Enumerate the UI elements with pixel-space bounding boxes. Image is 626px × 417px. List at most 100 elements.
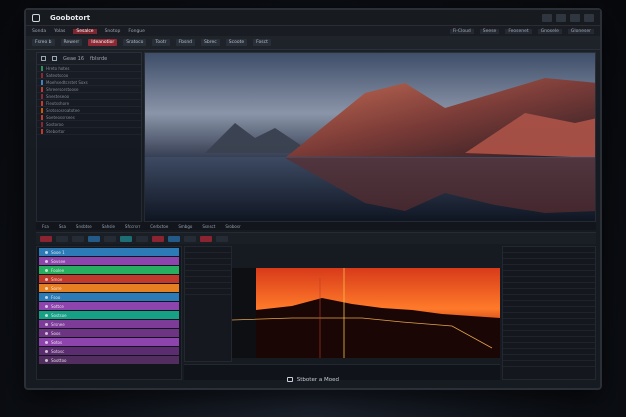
layer-label: Moehsedtcrstet Soxs xyxy=(46,79,88,85)
layer-color-marker xyxy=(41,93,43,99)
toolbar-button[interactable]: Tootr xyxy=(152,39,170,46)
tool-button[interactable] xyxy=(200,235,212,242)
layer-color-marker xyxy=(41,114,43,120)
preview-viewer[interactable] xyxy=(144,52,596,222)
status-item: Sfccrsrr xyxy=(124,223,141,229)
tool-button[interactable] xyxy=(168,235,180,242)
menu-item[interactable]: Sesalce xyxy=(73,28,97,34)
status-item: Ssnsct xyxy=(202,223,216,229)
layer-color-marker xyxy=(41,79,43,85)
curve-graph[interactable] xyxy=(232,268,500,358)
toolbar-button[interactable]: Scoote xyxy=(225,39,248,46)
menu-right-item[interactable]: Seese xyxy=(479,28,500,34)
tool-button[interactable] xyxy=(184,235,196,242)
inspector-panel xyxy=(502,246,596,380)
close-icon[interactable] xyxy=(584,13,594,22)
layer-label: Srotssosroatotee xyxy=(46,107,80,113)
menu-right-item[interactable]: Feosenet xyxy=(505,28,532,34)
layer-row[interactable]: Stebortor xyxy=(37,128,141,135)
settings-icon[interactable] xyxy=(570,13,580,22)
layer-row[interactable]: Moehsedtcrstet Soxs xyxy=(37,79,141,86)
track-row[interactable]: Sorre xyxy=(39,284,179,292)
track-row[interactable]: Sooe 1 xyxy=(39,248,179,256)
layer-label: Shreersorstoose xyxy=(46,86,79,92)
layer-row[interactable]: Hreto hotes xyxy=(37,65,141,72)
layers-header-label: fblsrde xyxy=(90,55,108,62)
track-dot-icon xyxy=(45,286,48,290)
footer-caption: Stboter a Moed xyxy=(0,377,626,383)
inspector-row[interactable] xyxy=(503,361,595,367)
status-item: Sahsle xyxy=(101,223,115,229)
toolbar: Fsreo b Rewerr Ideanotior Sratoco Tootr Fbsnd… xyxy=(26,36,600,50)
maximize-icon[interactable] xyxy=(556,13,566,22)
track-name: Sostsoe xyxy=(51,312,67,318)
toolbar-button[interactable]: Fbsnd xyxy=(175,39,196,46)
property-row[interactable] xyxy=(185,289,231,295)
status-item: Srobosr xyxy=(225,223,241,229)
tool-button[interactable] xyxy=(88,235,100,242)
layer-row[interactable]: Fleotsshore xyxy=(37,100,141,107)
toolbar-button[interactable]: Fosct xyxy=(253,39,271,46)
track-row[interactable]: Foolee xyxy=(39,266,179,274)
tool-button[interactable] xyxy=(216,235,228,242)
track-name: Sottce xyxy=(51,303,64,309)
tool-button[interactable] xyxy=(56,235,68,242)
minimize-icon[interactable] xyxy=(542,13,552,22)
layer-row[interactable]: Shreersorstoose xyxy=(37,86,141,93)
menu-item[interactable]: Snotop xyxy=(105,29,121,34)
status-item: Cerbctoe xyxy=(150,223,169,229)
layer-row[interactable]: Snesteseoo xyxy=(37,93,141,100)
menu-item[interactable]: Yolas xyxy=(54,29,65,34)
layer-row[interactable]: Sateotscoo xyxy=(37,72,141,79)
track-dot-icon xyxy=(45,268,48,272)
track-row[interactable]: Soottoo xyxy=(39,356,179,364)
menu-item[interactable]: Fongue xyxy=(128,29,145,34)
tool-button[interactable] xyxy=(152,235,164,242)
track-row[interactable]: Smoe xyxy=(39,275,179,283)
menu-item[interactable]: Sonda xyxy=(32,29,46,34)
menu-bar: Sonda Yolas Sesalce Snotop Fongue Fi-Cloud See… xyxy=(26,26,600,36)
toolbar-button[interactable]: Sratoco xyxy=(123,39,147,46)
layer-label: Fleotsshore xyxy=(46,100,70,106)
viewer-status-row: Fsa Ssa Snsbtse Sahsle Sfccrsrr Cerbctoe Smbgo… xyxy=(36,222,596,230)
track-row[interactable]: Sostsoe xyxy=(39,311,179,319)
toolbar-button[interactable]: Ideanotior xyxy=(88,39,118,46)
menu-right-item[interactable]: Gloneser xyxy=(567,28,594,34)
title-bar: Goobotort xyxy=(26,10,600,26)
track-row[interactable]: Sovsee xyxy=(39,257,179,265)
track-dot-icon xyxy=(45,304,48,308)
menu-right-item[interactable]: Fi-Cloud xyxy=(449,28,474,34)
menu-right-item[interactable]: Gnosele xyxy=(537,28,562,34)
app-window: Goobotort Sonda Yolas Sesalce Snotop Fongue F… xyxy=(24,8,602,390)
layer-color-marker xyxy=(41,100,43,106)
layer-color-marker xyxy=(41,121,43,127)
layer-label: Sateotscoo xyxy=(46,72,69,78)
track-row[interactable]: Fsoo xyxy=(39,293,179,301)
tool-button[interactable] xyxy=(136,235,148,242)
track-name: Srsnee xyxy=(51,321,65,327)
layer-row[interactable]: Srotssosroatotee xyxy=(37,107,141,114)
toolbar-button[interactable]: Rewerr xyxy=(60,39,83,46)
track-row[interactable]: Srsnee xyxy=(39,320,179,328)
layer-row[interactable]: Soeteossrsees xyxy=(37,114,141,121)
track-row[interactable]: Sottce xyxy=(39,302,179,310)
layer-square-icon[interactable] xyxy=(41,56,46,61)
track-row[interactable]: Sotosc xyxy=(39,347,179,355)
track-dot-icon xyxy=(45,313,48,317)
layer-row[interactable]: Sostoroo xyxy=(37,121,141,128)
toolbar-button[interactable]: Sbrec xyxy=(201,39,220,46)
tool-button[interactable] xyxy=(72,235,84,242)
track-name: Sovsee xyxy=(51,258,66,264)
layer-square-icon[interactable] xyxy=(52,56,57,61)
tool-button[interactable] xyxy=(120,235,132,242)
track-row[interactable]: Sotos xyxy=(39,338,179,346)
tool-button[interactable] xyxy=(104,235,116,242)
track-name: Foolee xyxy=(51,267,65,273)
track-row[interactable]: Soos xyxy=(39,329,179,337)
track-dot-icon xyxy=(45,295,48,299)
record-button[interactable] xyxy=(40,235,52,242)
layer-color-marker xyxy=(41,86,43,92)
track-dot-icon xyxy=(45,331,48,335)
track-dot-icon xyxy=(45,349,48,353)
toolbar-button[interactable]: Fsreo b xyxy=(32,39,55,46)
